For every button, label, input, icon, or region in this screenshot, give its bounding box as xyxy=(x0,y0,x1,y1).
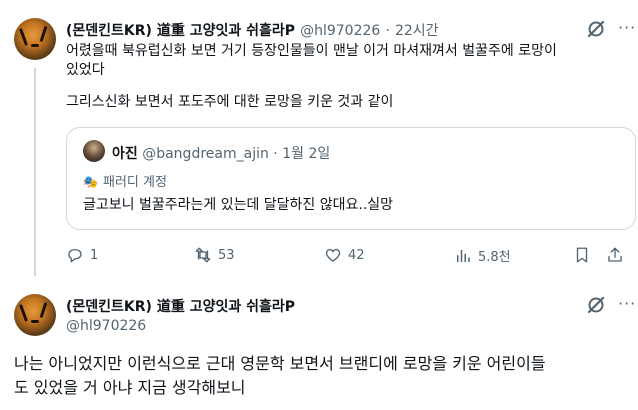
quote-header: 아진 @bangdream_ajin · 1월 2일 xyxy=(112,143,330,163)
timestamp[interactable]: 22시간 xyxy=(395,23,439,39)
tweet-header: (몬덴킨트KR) 道重 고양잇과 쉬흘라P @hl970226 · 22시간 xyxy=(66,20,439,40)
heart-icon xyxy=(325,248,341,262)
avatar[interactable] xyxy=(14,18,56,60)
quote-avatar[interactable] xyxy=(83,140,105,162)
more-icon[interactable]: ··· xyxy=(618,294,636,313)
retweet-count: 53 xyxy=(218,247,235,263)
tweet-text-line: 있었다 xyxy=(66,62,105,78)
quote-tweet[interactable]: 아진 @bangdream_ajin · 1월 2일 🎭 패러디 계정 글고보니 … xyxy=(66,127,636,230)
views-button[interactable]: 5.8천 xyxy=(454,246,511,265)
tweet-actions: 1 53 42 5.8천 xyxy=(66,246,626,266)
separator: · xyxy=(385,23,390,39)
bookmark-icon xyxy=(576,247,588,263)
tweet-text-line: 그리스신화 보면서 포도주에 대한 로망을 키운 것과 같이 xyxy=(66,94,394,110)
author-name[interactable]: (몬덴킨트KR) 道重 고양잇과 쉬흘라P xyxy=(66,296,295,316)
views-icon xyxy=(457,249,470,262)
author-name[interactable]: (몬덴킨트KR) 道重 고양잇과 쉬흘라P xyxy=(66,23,295,39)
tweet-text-line: 어렸을때 북유럽신화 보면 거기 등장인물들이 맨날 이거 마셔재껴서 벌꿀주에… xyxy=(66,43,557,59)
parody-mask-icon: 🎭 xyxy=(83,175,98,189)
bookmark-button[interactable] xyxy=(573,246,591,264)
retweet-icon xyxy=(195,247,211,263)
reply-icon xyxy=(68,249,82,263)
like-count: 42 xyxy=(348,247,365,263)
author-handle[interactable]: @hl970226 xyxy=(300,23,380,39)
tweet-text: 어렸을때 북유럽신화 보면 거기 등장인물들이 맨날 이거 마셔재껴서 벌꿀주에… xyxy=(66,42,606,112)
reply-count: 1 xyxy=(90,247,99,263)
thread-line xyxy=(34,68,36,276)
parody-text: 패러디 계정 xyxy=(103,175,167,190)
separator: · xyxy=(273,146,278,162)
grok-icon[interactable] xyxy=(586,295,606,315)
retweet-button[interactable]: 53 xyxy=(194,246,235,264)
quote-author-name: 아진 xyxy=(112,146,138,162)
author-handle[interactable]: @hl970226 xyxy=(66,318,146,334)
parody-label: 🎭 패러디 계정 xyxy=(83,171,167,190)
share-button[interactable] xyxy=(606,246,624,264)
views-count: 5.8천 xyxy=(478,250,511,265)
quote-author-handle: @bangdream_ajin xyxy=(142,146,269,162)
grok-icon[interactable] xyxy=(586,19,606,39)
like-button[interactable]: 42 xyxy=(324,246,365,264)
tweet-text-line: 도 있었을 거 아냐 지금 생각해보니 xyxy=(14,378,246,397)
tweet-text: 나는 아니었지만 이런식으로 근대 영문학 보면서 브랜디에 로망을 키운 어린… xyxy=(14,352,624,400)
tweet-text-line: 나는 아니었지만 이런식으로 근대 영문학 보면서 브랜디에 로망을 키운 어린… xyxy=(14,354,546,373)
avatar[interactable] xyxy=(14,294,56,336)
quote-text: 글고보니 벌꿀주라는게 있는데 달달하진 않대요..실망 xyxy=(83,197,394,213)
more-icon[interactable]: ··· xyxy=(618,18,636,37)
share-icon xyxy=(608,247,622,262)
quote-date: 1월 2일 xyxy=(282,146,331,162)
reply-button[interactable]: 1 xyxy=(66,246,98,264)
